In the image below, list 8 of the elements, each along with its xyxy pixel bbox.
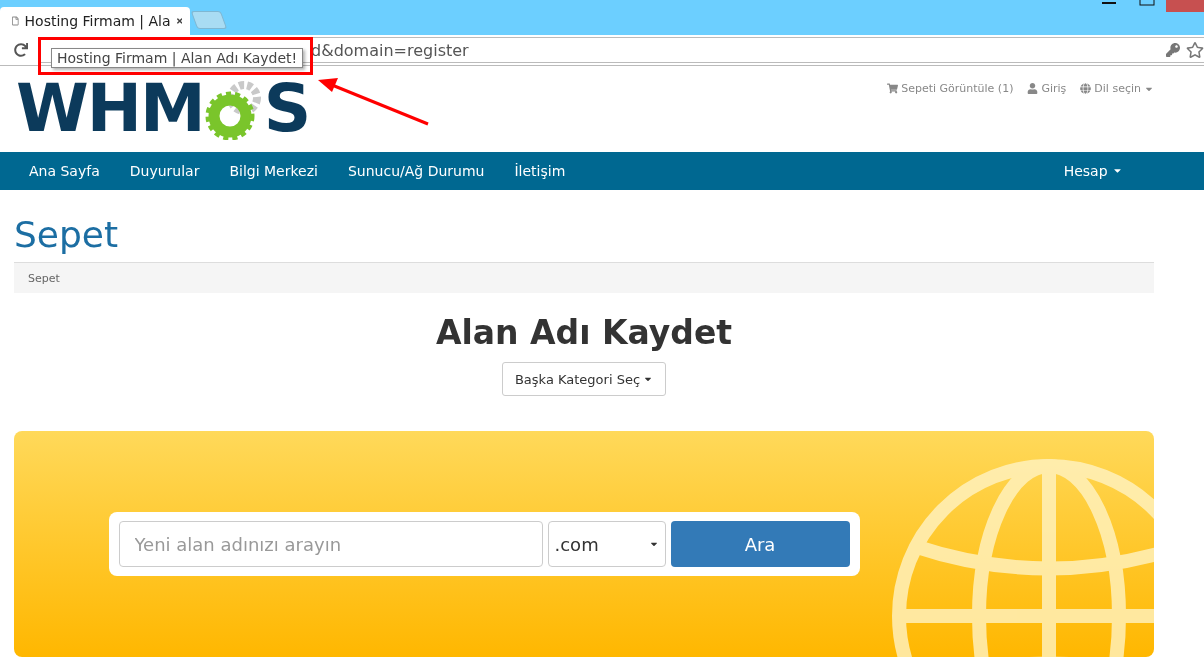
tab-title: Hosting Firmam | Ala <box>24 13 171 29</box>
logo-text: WHM <box>16 76 204 142</box>
breadcrumb-text: Sepet <box>28 271 60 285</box>
page-title: Sepet <box>14 214 120 256</box>
url-text: d&domain=register <box>311 40 470 60</box>
tooltip: Hosting Firmam | Alan Adı Kaydet! <box>51 48 304 68</box>
logo-text: S <box>263 76 310 142</box>
section-heading: Alan Adı Kaydet <box>434 313 734 352</box>
